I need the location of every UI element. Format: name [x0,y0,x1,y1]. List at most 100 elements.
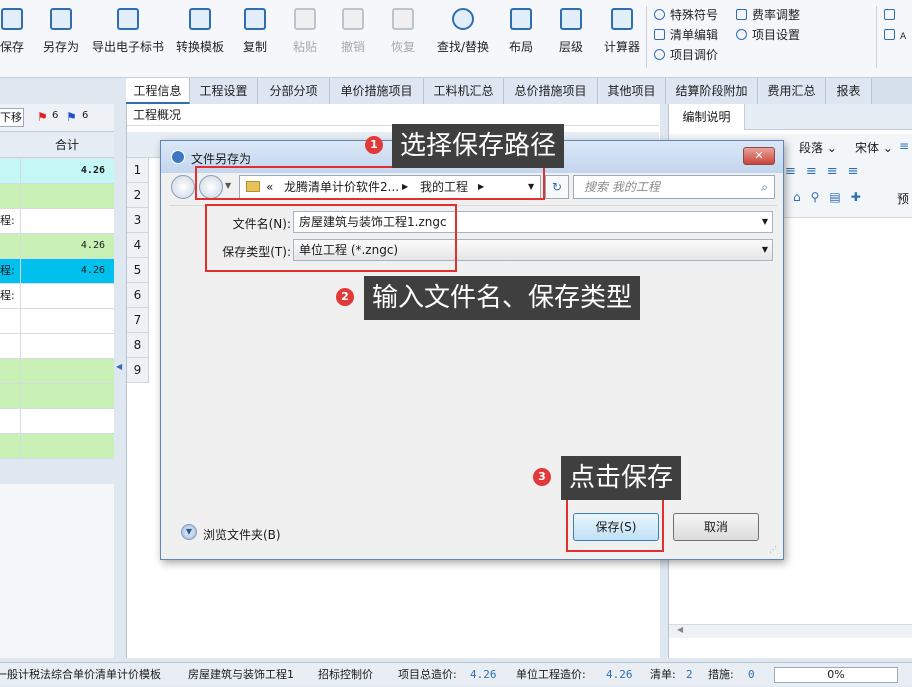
table-row[interactable] [0,309,114,334]
paste-button[interactable]: 粘贴 [288,6,322,68]
save-as-label: 另存为 [42,40,79,54]
row-number[interactable]: 7 [127,308,149,333]
search-input[interactable]: 搜索 我的工程 ⌕ [573,175,775,199]
search-icon [452,8,474,30]
paragraph-dropdown[interactable]: 段落 ⌄ [799,139,837,156]
tab-reports[interactable]: 报表 [826,78,872,104]
annotation-badge-1: 1 [365,136,383,154]
special-symbol-button[interactable]: 特殊符号 [654,6,718,24]
row-number[interactable]: 3 [127,208,149,233]
table-row[interactable] [0,409,114,434]
left-table-body: 4.26 程: 4.26 程: 4.26 程: [0,159,114,459]
collapse-arrow-icon[interactable]: ◀ [116,362,122,371]
table-row[interactable] [0,434,114,459]
table-row[interactable]: 程: [0,209,114,234]
table-row[interactable]: 4.26 [0,234,114,259]
tab-materials-summary[interactable]: 工料机汇总 [424,78,504,104]
hierarchy-button[interactable]: 层级 [554,6,588,68]
edit-tool-icons[interactable]: ⌂⚲▤✚ [793,190,871,204]
row-number[interactable]: 2 [127,183,149,208]
filetype-dropdown-icon[interactable]: ▼ [762,240,768,260]
find-replace-label: 查找/替换 [436,40,490,54]
project-price-adjust-button[interactable]: 项目调价 [654,46,718,64]
red-flag-icon[interactable]: ⚑ [37,110,48,124]
convert-template-button[interactable]: 转换模板 [172,6,228,68]
redo-label: 恢复 [390,40,415,54]
table-row[interactable]: 程: 4.26 [0,259,114,284]
find-replace-button[interactable]: 查找/替换 [432,6,494,68]
row-total-cell [22,409,111,433]
tab-project-info[interactable]: 工程信息 [126,78,190,104]
save-as-button[interactable]: 另存为 [40,6,82,68]
copy-button[interactable]: 复制 [238,6,272,68]
font-size-label: A [900,32,907,42]
row-number[interactable]: 8 [127,333,149,358]
table-row[interactable] [0,359,114,384]
line-spacing-icon[interactable]: ≡ [899,139,909,153]
project-settings-button[interactable]: 项目设置 [736,26,800,44]
table-row[interactable]: 4.26 [0,159,114,184]
redo-button[interactable]: 恢复 [386,6,420,68]
filename-dropdown-icon[interactable]: ▼ [762,212,768,232]
rate-adjust-button[interactable]: 费率调整 [736,6,800,24]
row-number[interactable]: 1 [127,158,149,183]
font-dropdown[interactable]: 宋体 ⌄ [855,139,893,156]
refresh-icon[interactable]: ↻ [545,175,569,199]
tab-project-settings[interactable]: 工程设置 [190,78,258,104]
export-bid-button[interactable]: 导出电子标书 [90,6,166,68]
undo-button[interactable]: 撤销 [336,6,370,68]
align-buttons[interactable]: ≡≡≡≡ [785,164,869,179]
scroll-left-icon[interactable]: ◀ [677,625,683,634]
row-number[interactable]: 9 [127,358,149,383]
row-number[interactable]: 6 [127,283,149,308]
tab-compile-notes[interactable]: 编制说明 [669,104,745,130]
tab-other-items[interactable]: 其他项目 [598,78,666,104]
save-button[interactable]: 保存 [0,6,28,68]
close-icon[interactable]: ✕ [743,147,775,165]
tab-unit-price-measures[interactable]: 单价措施项目 [330,78,424,104]
resize-grip-icon[interactable]: ⋰ [769,545,777,554]
tab-settlement-stage[interactable]: 结算阶段附加 [666,78,758,104]
status-template: 一般计税法综合单价清单计价模板 [0,668,161,681]
preview-button[interactable]: 预 [897,190,909,207]
status-control-price: 招标控制价 [318,668,373,681]
hierarchy-icon [560,8,582,30]
layout-button[interactable]: 布局 [504,6,538,68]
row-number[interactable]: 5 [127,258,149,283]
browse-folders-button[interactable]: 浏览文件夹(B) [203,526,281,543]
cancel-button[interactable]: 取消 [673,513,759,541]
list-edit-button[interactable]: 清单编辑 [654,26,718,44]
back-button[interactable] [171,175,195,199]
window-icon [884,9,895,20]
table-row[interactable] [0,334,114,359]
status-total-label: 项目总造价: [398,668,457,681]
search-placeholder: 搜索 我的工程 [584,180,660,194]
tab-cost-summary[interactable]: 费用汇总 [758,78,826,104]
blue-flag-count: 6 [82,110,89,121]
table-row[interactable] [0,184,114,209]
panel-splitter[interactable]: ◀ [114,104,126,658]
table-row[interactable]: 程: [0,284,114,309]
status-bar: 一般计税法综合单价清单计价模板 房屋建筑与装饰工程1 招标控制价 项目总造价: … [0,662,912,686]
expand-icon[interactable]: ▼ [181,524,197,540]
right-panel-header: 编制说明 [669,104,912,130]
row-number[interactable]: 4 [127,233,149,258]
move-down-button[interactable]: 下移 [0,108,24,127]
ribbon-toolbar: 保存 另存为 导出电子标书 转换模板 复制 粘贴 撤销 恢复 查找/替换 布局 … [0,0,912,78]
paste-icon [294,8,316,30]
font-size-button[interactable]: A [884,26,910,44]
row-name-cell [0,359,21,383]
window-icon-button[interactable] [884,6,904,24]
tab-total-price-measures[interactable]: 总价措施项目 [504,78,598,104]
tab-sections[interactable]: 分部分项 [258,78,330,104]
status-unit-label: 单位工程造价: [516,668,586,681]
search-icon[interactable]: ⌕ [761,176,768,198]
blue-flag-icon[interactable]: ⚑ [66,110,77,124]
annotation-text-2: 输入文件名、保存类型 [372,283,633,313]
annotation-callout-3: 点击保存 [561,456,682,500]
right-scrollbar[interactable]: ◀ [669,624,912,638]
project-price-adjust-label: 项目调价 [670,48,719,62]
row-name-cell [0,409,21,433]
table-row[interactable] [0,384,114,409]
calculator-button[interactable]: 计算器 [600,6,644,68]
